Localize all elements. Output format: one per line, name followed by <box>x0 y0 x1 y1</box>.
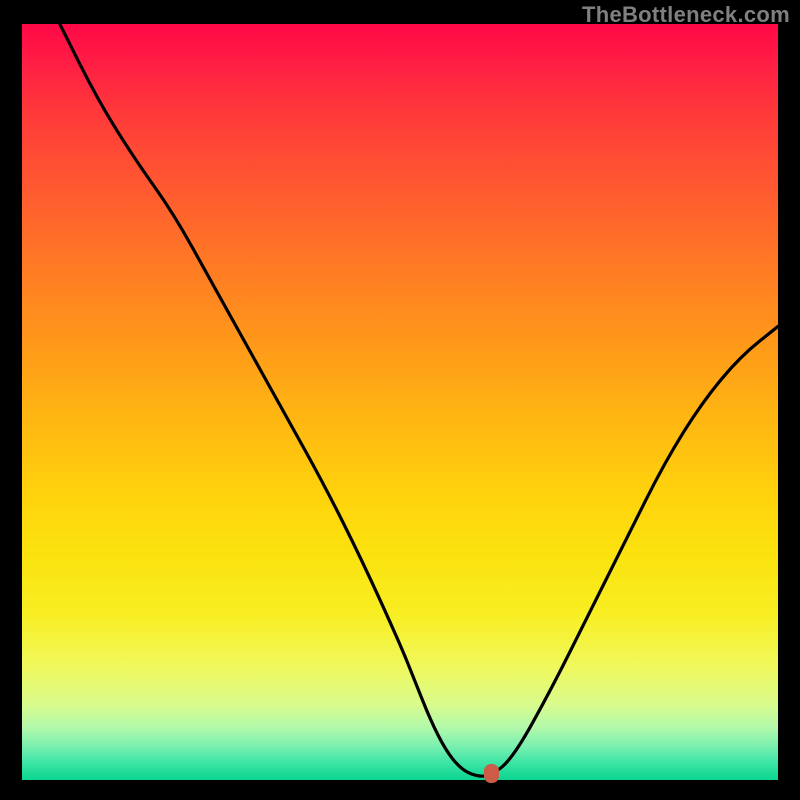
chart-frame: TheBottleneck.com <box>0 0 800 800</box>
bottleneck-curve-path <box>60 24 778 776</box>
min-marker <box>484 764 499 783</box>
curve-svg <box>22 24 778 780</box>
watermark-text: TheBottleneck.com <box>582 2 790 28</box>
plot-area <box>22 24 778 780</box>
